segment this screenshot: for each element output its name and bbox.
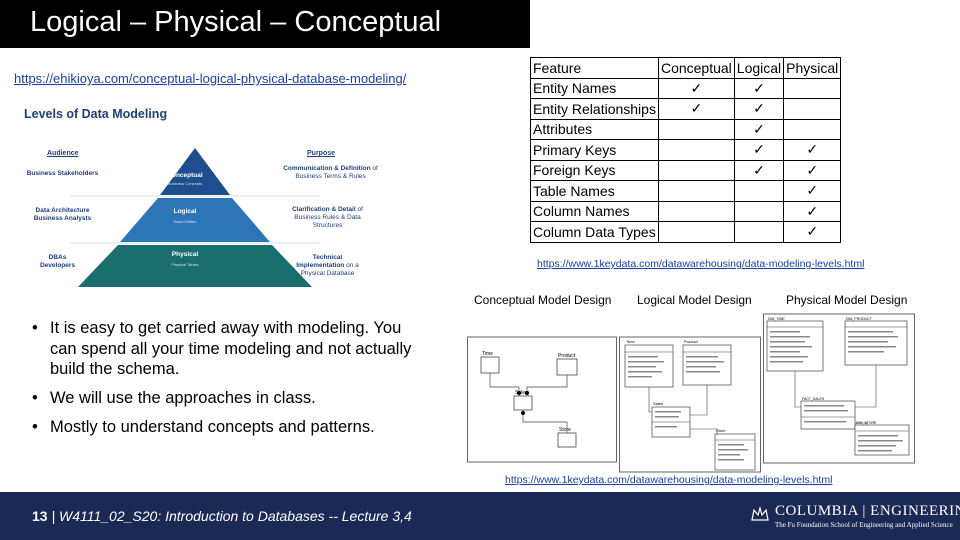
table-row: Column Data Types ✓ (530, 221, 842, 243)
table-header-row: Feature Conceptual Logical Physical (530, 57, 842, 79)
purpose-conceptual-bold: Communication & Definition (283, 165, 371, 172)
table-row: Attributes ✓ (530, 118, 842, 140)
logical-time-label: Time (626, 339, 636, 344)
logical-sales-label: Sales (653, 401, 663, 406)
audience-logical: Data Architecture Business Analysts (33, 207, 92, 223)
feature-cell: Entity Relationships (530, 98, 659, 120)
concept-product-label: Product (558, 353, 576, 359)
purpose-physical-bold: Technical Implementation (296, 254, 345, 270)
table-row: Primary Keys ✓ ✓ (530, 139, 842, 161)
purpose-logical-bold: Clarification & Detail (292, 206, 356, 213)
level-logical-label: Logical (173, 208, 197, 215)
slide-number: 13 (32, 508, 48, 524)
source-link-1keydata-table[interactable]: https://www.1keydata.com/datawarehousing… (537, 258, 864, 270)
check-cell: ✓ (783, 139, 842, 161)
course-title: | W4111_02_S20: Introduction to Database… (47, 508, 412, 524)
bullet-item: It is easy to get carried away with mode… (32, 318, 432, 380)
purpose-physical: Technical Implementation on a Physical D… (295, 254, 360, 278)
bullet-list: It is easy to get carried away with mode… (32, 318, 432, 445)
check-cell: ✓ (733, 159, 785, 181)
audience-conceptual: Business Stakeholders (26, 170, 99, 177)
logical-store-label: Store (716, 428, 726, 433)
physical-design-title: Physical Model Design (786, 293, 908, 307)
check-cell (733, 221, 785, 243)
physical-dim-product-label: DIM_PRODUCT (846, 317, 873, 321)
check-cell (657, 118, 735, 140)
check-cell: ✓ (733, 139, 785, 161)
table-row: Entity Names ✓ ✓ (530, 77, 842, 99)
bullet-item: We will use the approaches in class. (32, 388, 432, 409)
bullet-item: Mostly to understand concepts and patter… (32, 417, 432, 438)
model-design-diagrams: Time Product Sales Store Time Product Sa… (467, 313, 915, 473)
check-cell (733, 200, 785, 222)
feature-cell: Primary Keys (530, 139, 659, 161)
logical-design-title: Logical Model Design (637, 293, 752, 307)
columbia-engineering-subtitle: The Fu Foundation School of Engineering … (775, 521, 953, 529)
feature-cell: Table Names (530, 180, 659, 202)
pyramid-title: Levels of Data Modeling (24, 107, 168, 121)
check-cell: ✓ (733, 98, 785, 120)
check-cell (657, 180, 735, 202)
level-physical-label: Physical (171, 251, 199, 258)
level-logical-sub: Data Entities (173, 219, 197, 224)
header-logical: Logical (733, 57, 785, 79)
table-row: Entity Relationships ✓ ✓ (530, 98, 842, 120)
purpose-conceptual: Communication & Definition of Business T… (283, 165, 378, 181)
check-cell: ✓ (657, 98, 735, 120)
physical-fact-sales-label: FACT_SALES (802, 397, 825, 401)
columbia-engineering-logo: COLUMBIA | ENGINEERING (775, 503, 960, 519)
header-physical: Physical (783, 57, 842, 79)
check-cell: ✓ (733, 118, 785, 140)
source-link-1keydata-diagram[interactable]: https://www.1keydata.com/datawarehousing… (505, 474, 832, 486)
columbia-crown-icon (751, 505, 769, 521)
source-link-ehikioya[interactable]: https://ehikioya.com/conceptual-logical-… (14, 71, 406, 86)
check-cell (657, 159, 735, 181)
level-conceptual-label: Conceptual (167, 172, 203, 179)
check-cell (657, 200, 735, 222)
level-physical-sub: Physical Tables (171, 262, 199, 267)
check-cell (783, 98, 842, 120)
table-row: Table Names ✓ (530, 180, 842, 202)
feature-comparison-table: Feature Conceptual Logical Physical Enti… (530, 57, 842, 243)
physical-dim-time-label: DIM_TIME (768, 317, 785, 321)
footer-course-text: 13 | W4111_02_S20: Introduction to Datab… (32, 508, 412, 524)
table-row: Foreign Keys ✓ ✓ (530, 159, 842, 181)
slide-title: Logical – Physical – Conceptual (30, 6, 442, 38)
check-cell (783, 118, 842, 140)
feature-cell: Entity Names (530, 77, 659, 99)
level-conceptual-sub: Business Concepts (167, 181, 203, 186)
check-cell (657, 139, 735, 161)
header-feature: Feature (530, 57, 659, 79)
check-cell: ✓ (657, 77, 735, 99)
conceptual-design-title: Conceptual Model Design (474, 293, 612, 307)
logical-product-label: Product (684, 339, 699, 344)
feature-cell: Column Names (530, 200, 659, 222)
check-cell: ✓ (733, 77, 785, 99)
purpose-logical: Clarification & Detail of Business Rules… (290, 206, 365, 230)
check-cell: ✓ (783, 180, 842, 202)
feature-cell: Foreign Keys (530, 159, 659, 181)
concept-store-label: Store (559, 427, 571, 433)
feature-cell: Attributes (530, 118, 659, 140)
check-cell: ✓ (783, 221, 842, 243)
concept-time-label: Time (482, 351, 493, 357)
table-row: Column Names ✓ (530, 200, 842, 222)
check-cell (733, 180, 785, 202)
check-cell (657, 221, 735, 243)
check-cell: ✓ (783, 159, 842, 181)
feature-cell: Column Data Types (530, 221, 659, 243)
check-cell: ✓ (783, 200, 842, 222)
audience-physical: DBAs Developers (39, 254, 76, 270)
check-cell (783, 77, 842, 99)
header-conceptual: Conceptual (657, 57, 735, 79)
